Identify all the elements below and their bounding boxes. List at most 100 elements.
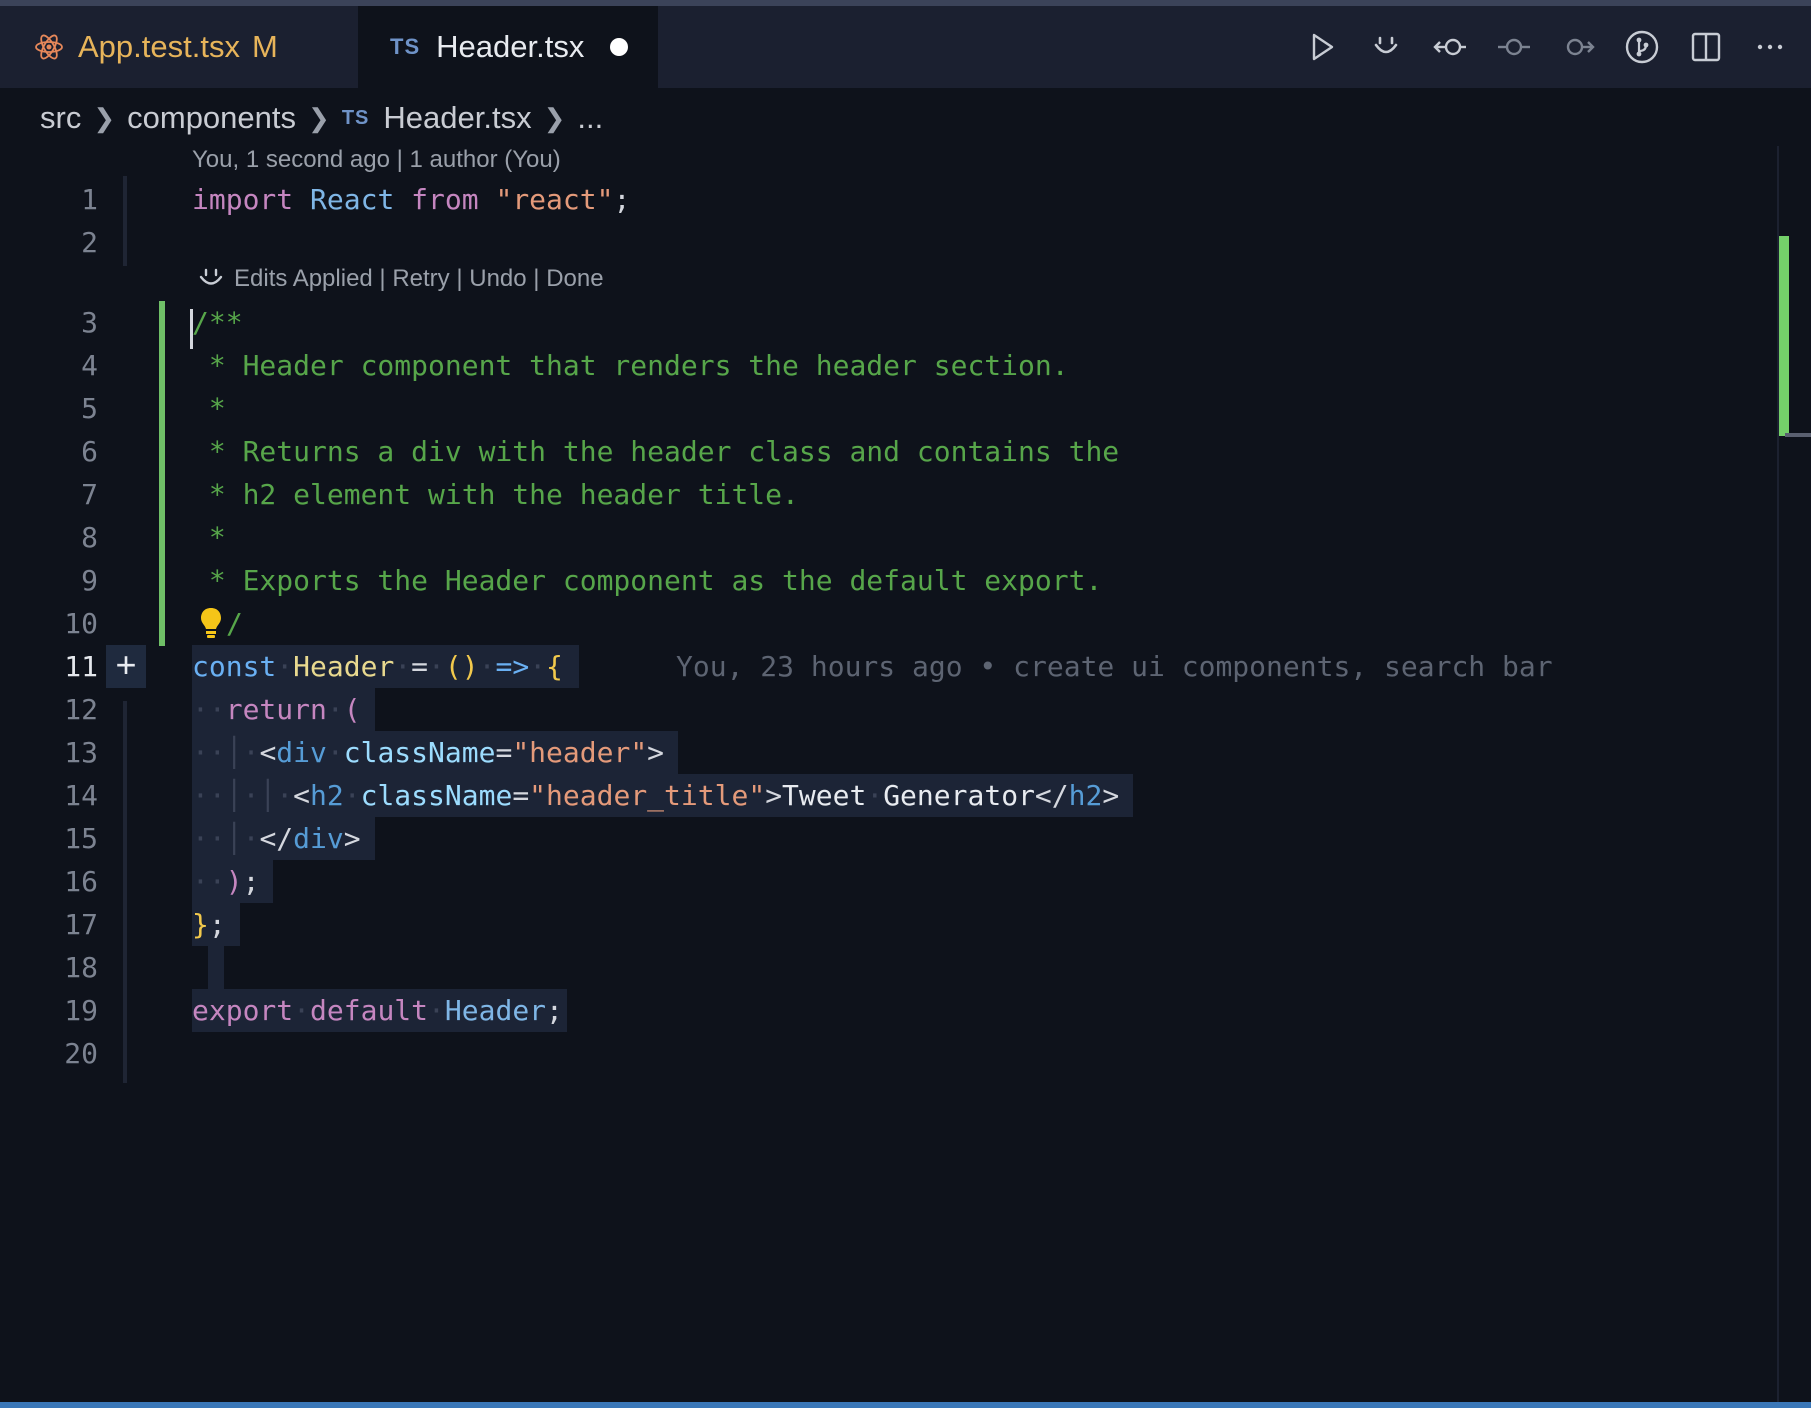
previous-change-button[interactable] bbox=[1431, 28, 1469, 66]
code-line: 20 bbox=[0, 1032, 1775, 1075]
scrollbar-change-marker bbox=[1779, 236, 1789, 436]
more-actions-button[interactable] bbox=[1751, 28, 1789, 66]
chevron-right-icon: ❯ bbox=[93, 102, 116, 133]
git-branch-icon bbox=[1625, 30, 1659, 64]
git-commit-icon bbox=[1498, 38, 1530, 56]
breadcrumb-symbol[interactable]: ... bbox=[577, 100, 603, 136]
code-line: 11 + const·Header·=·()·=>·{ You, 23 hour… bbox=[0, 645, 1775, 688]
lightbulb-icon[interactable] bbox=[199, 606, 223, 640]
line-number: 4 bbox=[81, 349, 98, 382]
code-line: 15 ··│·</div> bbox=[0, 817, 1775, 860]
code-text: const·Header·=·()·=>·{ bbox=[192, 645, 579, 688]
code-line: 18 bbox=[0, 946, 1775, 989]
status-bar-edge bbox=[0, 1402, 1811, 1408]
line-number: 18 bbox=[64, 951, 98, 984]
git-previous-icon bbox=[1433, 38, 1466, 56]
line-number: 5 bbox=[81, 392, 98, 425]
tab-label: App.test.tsx bbox=[78, 29, 240, 64]
line-number: 13 bbox=[64, 736, 98, 769]
play-icon bbox=[1312, 33, 1334, 61]
split-icon bbox=[1691, 32, 1721, 62]
codelens-text[interactable]: Edits Applied | Retry | Undo | Done bbox=[234, 265, 604, 293]
code-text: ··); bbox=[192, 860, 274, 903]
code-text: ··│·│·<h2·className="header_title">Tweet… bbox=[192, 774, 1134, 817]
code-line: 8 * bbox=[0, 516, 1775, 559]
breadcrumb-components[interactable]: components bbox=[127, 100, 296, 136]
split-editor-button[interactable] bbox=[1687, 28, 1725, 66]
line-number: 7 bbox=[81, 478, 98, 511]
code-text: * Exports the Header component as the de… bbox=[192, 564, 1103, 597]
code-line: 6 * Returns a div with the header class … bbox=[0, 430, 1775, 473]
code-line: 12 ··return·( bbox=[0, 688, 1775, 731]
code-text: * bbox=[192, 392, 226, 425]
code-line: 19 export·default·Header; bbox=[0, 989, 1775, 1032]
line-number: 1 bbox=[81, 183, 98, 216]
line-number: 9 bbox=[81, 564, 98, 597]
react-icon bbox=[35, 34, 63, 60]
code-text: ··│·</div> bbox=[192, 817, 375, 860]
codelens-actions[interactable]: Edits Applied | Retry | Undo | Done bbox=[196, 264, 604, 294]
add-comment-icon[interactable]: + bbox=[106, 645, 146, 688]
breadcrumb-src[interactable]: src bbox=[40, 100, 81, 136]
code-line: 4 * Header component that renders the he… bbox=[0, 344, 1775, 387]
code-text: export·default·Header; bbox=[192, 989, 567, 1032]
line-number: 12 bbox=[64, 693, 98, 726]
breadcrumb-file[interactable]: Header.tsx bbox=[383, 100, 531, 136]
code-editor[interactable]: You, 1 second ago | 1 author (You) Edits… bbox=[0, 146, 1775, 1402]
code-line: 7 * h2 element with the header title. bbox=[0, 473, 1775, 516]
line-number: 20 bbox=[64, 1037, 98, 1070]
line-number: 19 bbox=[64, 994, 98, 1027]
tab-app-test[interactable]: App.test.tsx M bbox=[0, 6, 358, 88]
unsaved-dot-icon[interactable] bbox=[610, 38, 629, 56]
code-line: 1 import React from "react"; bbox=[0, 178, 1775, 221]
line-number: 3 bbox=[81, 306, 98, 339]
typescript-icon: TS bbox=[390, 34, 421, 59]
modified-badge: M bbox=[251, 29, 278, 64]
line-number: 14 bbox=[64, 779, 98, 812]
line-number: 11 bbox=[64, 650, 98, 683]
commit-button[interactable] bbox=[1495, 28, 1533, 66]
git-blame-header[interactable]: You, 1 second ago | 1 author (You) bbox=[192, 146, 561, 174]
next-change-button[interactable] bbox=[1559, 28, 1597, 66]
code-line: 16 ··); bbox=[0, 860, 1775, 903]
line-number: 2 bbox=[81, 226, 98, 259]
code-text: * h2 element with the header title. bbox=[192, 478, 799, 511]
code-text: }; bbox=[192, 903, 240, 946]
code-line: 9 * Exports the Header component as the … bbox=[0, 559, 1775, 602]
code-text: * Header component that renders the head… bbox=[192, 349, 1069, 382]
code-text: import React from "react"; bbox=[192, 183, 631, 216]
code-line: 17 }; bbox=[0, 903, 1775, 946]
breadcrumb: src ❯ components ❯ TS Header.tsx ❯ ... bbox=[40, 96, 603, 140]
scrollbar-thumb[interactable] bbox=[1785, 433, 1811, 437]
line-number: 8 bbox=[81, 521, 98, 554]
smile-icon bbox=[1374, 36, 1398, 54]
line-number: 17 bbox=[64, 908, 98, 941]
code-line: 5 * bbox=[0, 387, 1775, 430]
code-text: ··return·( bbox=[192, 688, 375, 731]
git-next-icon bbox=[1566, 38, 1595, 56]
chevron-right-icon: ❯ bbox=[543, 102, 566, 133]
chevron-right-icon: ❯ bbox=[308, 102, 330, 133]
code-line: 3 /** bbox=[0, 301, 1775, 344]
code-text: * bbox=[192, 521, 226, 554]
copilot-button[interactable] bbox=[1367, 28, 1405, 66]
code-text: * Returns a div with the header class an… bbox=[192, 435, 1120, 468]
line-number: 16 bbox=[64, 865, 98, 898]
code-text: ··│·<div·className="header"> bbox=[192, 731, 679, 774]
code-text: /** bbox=[192, 306, 243, 339]
source-control-button[interactable] bbox=[1623, 28, 1661, 66]
code-line: 14 ··│·│·<h2·className="header_title">Tw… bbox=[0, 774, 1775, 817]
line-number: 10 bbox=[64, 607, 98, 640]
copilot-smile-icon bbox=[199, 268, 223, 285]
code-line: 13 ··│·<div·className="header"> bbox=[0, 731, 1775, 774]
line-number: 6 bbox=[81, 435, 98, 468]
tab-header[interactable]: TS Header.tsx bbox=[358, 6, 658, 88]
line-number: 15 bbox=[64, 822, 98, 855]
code-text bbox=[208, 946, 224, 989]
run-button[interactable] bbox=[1303, 28, 1341, 66]
ellipsis-icon bbox=[1757, 44, 1783, 50]
tab-label: Header.tsx bbox=[436, 29, 585, 64]
typescript-icon: TS bbox=[341, 106, 370, 129]
code-line: 10 / bbox=[0, 602, 1775, 645]
inline-blame[interactable]: You, 23 hours ago • create ui components… bbox=[676, 645, 1553, 688]
